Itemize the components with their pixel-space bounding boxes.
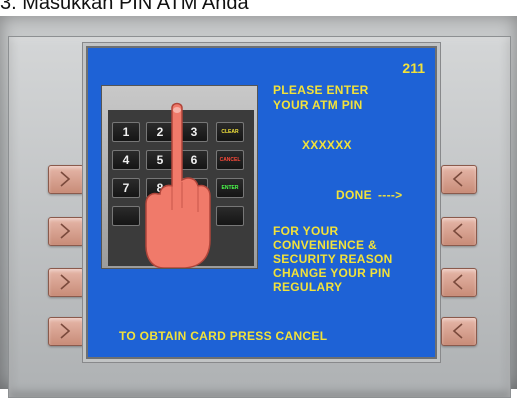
done-arrow: ---->: [378, 188, 403, 202]
notice-line-2: CONVENIENCE &: [273, 238, 377, 252]
chevron-right-icon: [60, 223, 71, 239]
caption: 3. Masukkan PIN ATM Anda: [0, 0, 249, 14]
done-label: DONE: [336, 188, 372, 202]
chevron-left-icon: [452, 323, 463, 339]
notice-line-4: CHANGE YOUR PIN: [273, 266, 391, 280]
right-button-4[interactable]: [441, 317, 477, 346]
footer-instruction: TO OBTAIN CARD PRESS CANCEL: [119, 329, 328, 343]
right-button-2[interactable]: [441, 217, 477, 246]
chevron-left-icon: [452, 171, 463, 187]
chevron-right-icon: [60, 171, 71, 187]
atm-screen: 211 1 2 3 CLEAR 4 5 6 CANCEL 7 8 9 ENTER…: [86, 46, 437, 359]
key-cancel: CANCEL: [216, 150, 244, 170]
left-button-4[interactable]: [48, 317, 84, 346]
key-7: 7: [112, 178, 140, 198]
key-4: 4: [112, 150, 140, 170]
key-enter: ENTER: [216, 178, 244, 198]
left-button-1[interactable]: [48, 165, 84, 194]
right-button-1[interactable]: [441, 165, 477, 194]
notice-line-3: SECURITY REASON: [273, 252, 393, 266]
notice-line-5: REGULARY: [273, 280, 343, 294]
left-button-2[interactable]: [48, 217, 84, 246]
prompt-line-2: YOUR ATM PIN: [273, 98, 363, 112]
prompt-line-1: PLEASE ENTER: [273, 83, 369, 97]
keypad-illustration: 1 2 3 CLEAR 4 5 6 CANCEL 7 8 9 ENTER: [101, 85, 258, 269]
right-button-3[interactable]: [441, 268, 477, 297]
key-blank-1: [112, 206, 140, 226]
chevron-right-icon: [60, 274, 71, 290]
notice-line-1: FOR YOUR: [273, 224, 339, 238]
chevron-left-icon: [452, 223, 463, 239]
key-blank-4: [216, 206, 244, 226]
key-1: 1: [112, 122, 140, 142]
chevron-right-icon: [60, 323, 71, 339]
screen-number: 211: [402, 60, 425, 76]
chevron-left-icon: [452, 274, 463, 290]
key-clear: CLEAR: [216, 122, 244, 142]
left-button-3[interactable]: [48, 268, 84, 297]
pointing-hand-icon: [145, 102, 211, 268]
pin-mask: XXXXXX: [302, 138, 352, 152]
